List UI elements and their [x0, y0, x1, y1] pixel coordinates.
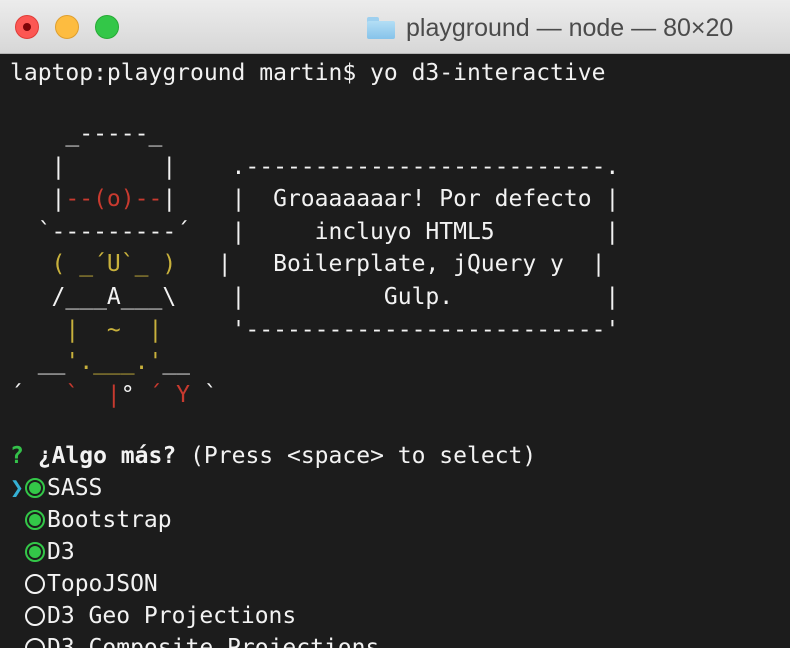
option-d3-composite-projections[interactable]: D3 Composite Projections: [10, 632, 379, 648]
title-bar[interactable]: playground — node — 80×20: [0, 0, 790, 54]
option-label: Bootstrap: [47, 507, 172, 533]
command-prompt: laptop:playground martin$ yo d3-interact…: [10, 60, 606, 86]
option-d3-geo-projections[interactable]: D3 Geo Projections: [10, 600, 296, 632]
close-button[interactable]: [15, 15, 39, 39]
checked-radio-icon[interactable]: [25, 478, 45, 498]
art-belt: '.___.': [65, 349, 163, 376]
pointer-icon: ❯: [10, 475, 24, 501]
option-topojson[interactable]: TopoJSON: [10, 568, 158, 600]
folder-icon: [366, 16, 396, 40]
art-eye: --(o)--: [65, 186, 163, 213]
window-title: playground — node — 80×20: [406, 13, 734, 42]
option-d3[interactable]: D3: [10, 536, 75, 568]
option-label: SASS: [47, 475, 103, 501]
art-row: `---------´ | incluyo HTML5 |: [10, 218, 620, 245]
art-row: __: [10, 349, 66, 376]
art-row: _-----_: [10, 121, 163, 147]
terminal-content[interactable]: laptop:playground martin$ yo d3-interact…: [0, 54, 790, 648]
art-row: °: [120, 381, 149, 408]
option-label: D3 Composite Projections: [47, 635, 380, 648]
art-row: | Boilerplate, jQuery y |: [176, 251, 606, 278]
prompt-question: ? ¿Algo más? (Press <space> to select): [10, 440, 536, 472]
art-row: ´: [10, 381, 66, 408]
minimize-button[interactable]: [55, 15, 79, 39]
unchecked-radio-icon[interactable]: [25, 574, 45, 594]
checked-radio-icon[interactable]: [25, 542, 45, 562]
art-row: '--------------------------': [162, 316, 620, 343]
option-sass[interactable]: ❯ SASS: [10, 472, 102, 504]
checked-radio-icon[interactable]: [25, 510, 45, 530]
question-text: ¿Algo más?: [37, 443, 177, 469]
art-row: | | .--------------------------.: [10, 153, 620, 180]
art-row: [10, 317, 65, 343]
unchecked-radio-icon[interactable]: [25, 606, 45, 626]
question-hint: (Press <space> to select): [190, 443, 537, 469]
maximize-button[interactable]: [95, 15, 119, 39]
art-row: /___A___\ | Gulp. |: [10, 283, 620, 310]
option-bootstrap[interactable]: Bootstrap: [10, 504, 172, 536]
option-label: D3 Geo Projections: [47, 603, 297, 629]
art-row: __: [162, 349, 191, 376]
terminal-window: playground — node — 80×20 laptop:playgro…: [0, 0, 790, 648]
art-legs: ´ Y: [148, 381, 191, 408]
art-face: ( _´U`_ ): [51, 251, 177, 278]
art-row: |: [10, 186, 66, 213]
unchecked-radio-icon[interactable]: [25, 638, 45, 648]
question-mark-icon: ?: [10, 443, 24, 469]
art-body: | ~ |: [65, 316, 163, 343]
art-legs: ` |: [65, 381, 121, 408]
yeoman-ascii-art: _-----_ | | .--------------------------.…: [10, 118, 619, 411]
art-row: `: [190, 381, 218, 408]
art-row: [10, 251, 52, 277]
option-label: D3: [47, 539, 75, 565]
window-title-group: playground — node — 80×20: [366, 10, 733, 46]
option-label: TopoJSON: [47, 571, 158, 597]
art-row: | | Groaaaaaar! Por defecto |: [162, 186, 620, 213]
